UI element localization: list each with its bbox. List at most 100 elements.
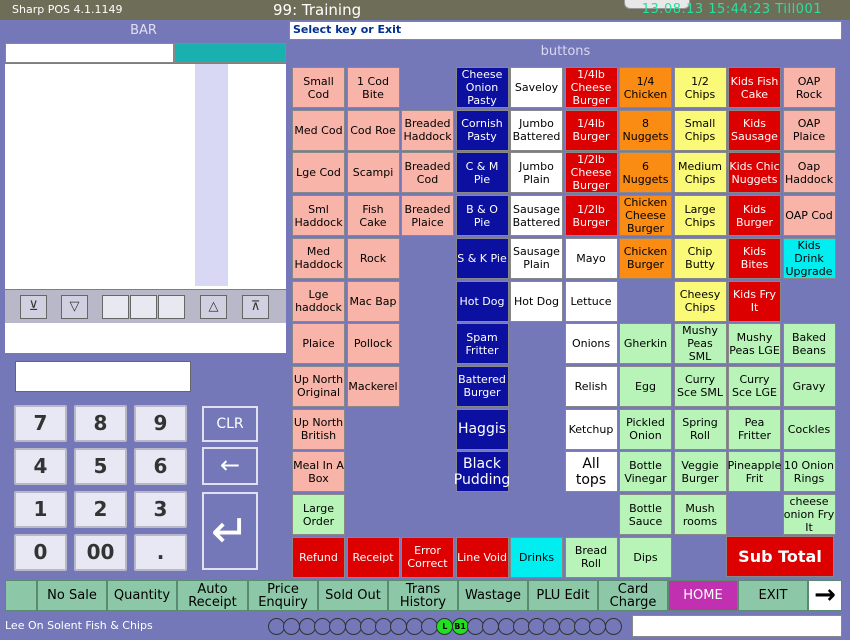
- key-5[interactable]: 5: [74, 448, 127, 485]
- key-8[interactable]: 8: [74, 405, 127, 442]
- product-button-onions[interactable]: Onions: [564, 323, 618, 365]
- scroll-top-button[interactable]: ⊻: [20, 295, 47, 319]
- product-button-oap-rock[interactable]: OAP Rock: [782, 67, 836, 108]
- product-button-breaded-haddock[interactable]: Breaded Haddock: [401, 109, 454, 151]
- product-button-spam-fritter[interactable]: Spam Fritter: [455, 323, 509, 365]
- product-button-cheesy-chips[interactable]: Cheesy Chips: [673, 280, 727, 322]
- product-button-oap-plaice[interactable]: OAP Plaice: [782, 109, 836, 151]
- key-decimal[interactable]: .: [134, 534, 187, 571]
- product-button-sml-haddock[interactable]: Sml Haddock: [292, 195, 345, 237]
- product-button-bottle-sauce[interactable]: Bottle Sauce: [619, 494, 672, 535]
- product-button-kids-chic-nuggets[interactable]: Kids Chic Nuggets: [728, 152, 781, 194]
- product-button-b-o-pie[interactable]: B & O Pie: [455, 195, 509, 237]
- scroll-up-button[interactable]: △: [200, 295, 227, 319]
- product-button-bread-roll[interactable]: Bread Roll: [564, 536, 618, 578]
- product-button-spring-roll[interactable]: Spring Roll: [673, 408, 727, 450]
- product-button-chicken-burger[interactable]: Chicken Burger: [619, 237, 672, 279]
- product-button-saveloy[interactable]: Saveloy: [510, 67, 563, 108]
- product-button-jumbo-plain[interactable]: Jumbo Plain: [510, 152, 563, 194]
- product-button-breaded-cod[interactable]: Breaded Cod: [401, 152, 454, 194]
- product-button-sausage-battered[interactable]: Sausage Battered: [510, 195, 563, 237]
- sub-total-button[interactable]: Sub Total: [726, 536, 834, 577]
- key-4[interactable]: 4: [14, 448, 67, 485]
- product-button-lettuce[interactable]: Lettuce: [564, 280, 618, 322]
- product-button-bottle-vinegar[interactable]: Bottle Vinegar: [619, 451, 672, 493]
- enter-button[interactable]: ↵: [202, 492, 258, 570]
- product-button-c-m-pie[interactable]: C & M Pie: [455, 152, 509, 194]
- function-key-auto-receipt[interactable]: Auto Receipt: [177, 580, 248, 611]
- product-button-kids-drink-upgrade[interactable]: Kids Drink Upgrade: [782, 237, 836, 279]
- product-button-1-4lb-cheese-burger[interactable]: 1/4lb Cheese Burger: [564, 67, 618, 108]
- product-button-rock[interactable]: Rock: [346, 237, 400, 279]
- product-button-pickled-onion[interactable]: Pickled Onion: [619, 408, 672, 450]
- product-button-up-north-british[interactable]: Up North British: [292, 408, 345, 450]
- function-key-quantity[interactable]: Quantity: [107, 580, 177, 611]
- product-button-lge-cod[interactable]: Lge Cod: [292, 152, 345, 194]
- key-0[interactable]: 0: [14, 534, 67, 571]
- key-1[interactable]: 1: [14, 491, 67, 528]
- scroll-blank-button-2[interactable]: [130, 295, 157, 319]
- product-button-cheese-onion-fry-it[interactable]: cheese onion Fry It: [782, 494, 836, 535]
- clear-button[interactable]: CLR: [202, 406, 258, 442]
- product-button-drinks[interactable]: Drinks: [510, 536, 563, 578]
- key-6[interactable]: 6: [134, 448, 187, 485]
- product-button-medium-chips[interactable]: Medium Chips: [673, 152, 727, 194]
- product-button-1-2lb-burger[interactable]: 1/2lb Burger: [564, 195, 618, 237]
- product-button-curry-sce-sml[interactable]: Curry Sce SML: [673, 365, 727, 407]
- key-9[interactable]: 9: [134, 405, 187, 442]
- number-entry-field[interactable]: [15, 361, 191, 392]
- key-00[interactable]: 00: [74, 534, 127, 571]
- product-button-1-4lb-burger[interactable]: 1/4lb Burger: [564, 109, 618, 151]
- product-button-mackerel[interactable]: Mackerel: [346, 365, 400, 407]
- scroll-bottom-button[interactable]: ⊼: [242, 295, 269, 319]
- product-button-10-onion-rings[interactable]: 10 Onion Rings: [782, 451, 836, 493]
- function-key-card-charge[interactable]: Card Charge: [598, 580, 668, 611]
- scroll-blank-button-3[interactable]: [158, 295, 185, 319]
- product-button-small-chips[interactable]: Small Chips: [673, 109, 727, 151]
- product-button-up-north-original[interactable]: Up North Original: [292, 365, 345, 407]
- product-button-breaded-plaice[interactable]: Breaded Plaice: [401, 195, 454, 237]
- function-key-no-sale[interactable]: No Sale: [37, 580, 107, 611]
- function-key-price-enquiry[interactable]: Price Enquiry: [248, 580, 318, 611]
- product-button-mac-bap[interactable]: Mac Bap: [346, 280, 400, 322]
- product-button-pea-fritter[interactable]: Pea Fritter: [728, 408, 781, 450]
- footer-input[interactable]: [632, 615, 842, 637]
- product-button-ketchup[interactable]: Ketchup: [564, 408, 618, 450]
- function-key-blank[interactable]: [5, 580, 37, 611]
- product-button-egg[interactable]: Egg: [619, 365, 672, 407]
- product-button-refund[interactable]: Refund: [292, 536, 345, 578]
- product-button-med-cod[interactable]: Med Cod: [292, 109, 345, 151]
- product-button-large-chips[interactable]: Large Chips: [673, 195, 727, 237]
- product-button-lge-haddock[interactable]: Lge haddock: [292, 280, 345, 322]
- product-button-mush-rooms[interactable]: Mush rooms: [673, 494, 727, 535]
- key-7[interactable]: 7: [14, 405, 67, 442]
- product-button-mushy-peas-lge[interactable]: Mushy Peas LGE: [728, 323, 781, 365]
- product-button-black-pudding[interactable]: Black Pudding: [454, 451, 510, 493]
- product-button-plaice[interactable]: Plaice: [292, 323, 345, 365]
- product-button-cod-roe[interactable]: Cod Roe: [346, 109, 400, 151]
- product-button-6-nuggets[interactable]: 6 Nuggets: [619, 152, 672, 194]
- product-button-battered-burger[interactable]: Battered Burger: [455, 365, 509, 407]
- function-key-trans-history[interactable]: Trans History: [388, 580, 458, 611]
- product-button-meal-in-a-box[interactable]: Meal In A Box: [292, 451, 345, 493]
- product-button-mayo[interactable]: Mayo: [564, 237, 618, 279]
- product-button-8-nuggets[interactable]: 8 Nuggets: [619, 109, 672, 151]
- product-button-chicken-cheese-burger[interactable]: Chicken Cheese Burger: [619, 195, 672, 237]
- function-key-sold-out[interactable]: Sold Out: [318, 580, 388, 611]
- function-key-plu-edit[interactable]: PLU Edit: [528, 580, 598, 611]
- product-button-receipt[interactable]: Receipt: [346, 536, 400, 578]
- product-button-kids-burger[interactable]: Kids Burger: [728, 195, 781, 237]
- product-button-1-cod-bite[interactable]: 1 Cod Bite: [346, 67, 400, 108]
- key-2[interactable]: 2: [74, 491, 127, 528]
- product-button-hot-dog[interactable]: Hot Dog: [510, 280, 563, 322]
- product-button-haggis[interactable]: Haggis: [455, 408, 509, 450]
- key-3[interactable]: 3: [134, 491, 187, 528]
- product-button-small-cod[interactable]: Small Cod: [292, 67, 345, 108]
- product-button-gravy[interactable]: Gravy: [782, 365, 836, 407]
- product-button-kids-bites[interactable]: Kids Bites: [728, 237, 781, 279]
- product-button-error-correct[interactable]: Error Correct: [401, 536, 454, 578]
- product-button-kids-fish-cake[interactable]: Kids Fish Cake: [728, 67, 781, 108]
- product-button-cornish-pasty[interactable]: Cornish Pasty: [455, 109, 509, 151]
- product-button-cheese-onion-pasty[interactable]: Cheese Onion Pasty: [455, 67, 509, 108]
- product-button-chip-butty[interactable]: Chip Butty: [673, 237, 727, 279]
